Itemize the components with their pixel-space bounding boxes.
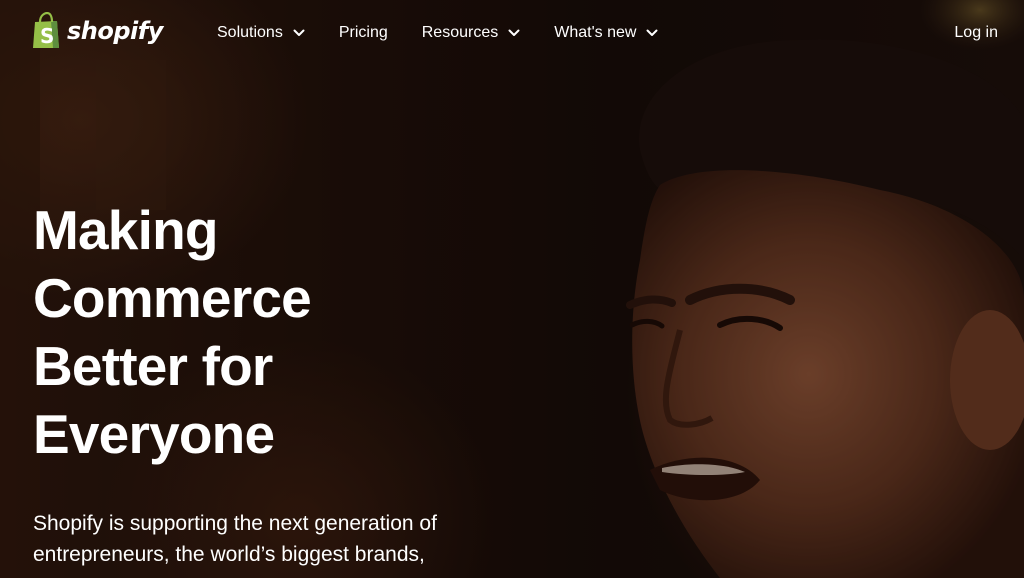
nav-item-label: Pricing: [338, 24, 388, 41]
hero-subtext: Shopify is supporting the next generatio…: [33, 508, 503, 570]
hero-section: S shopify Solutions Pricing Resources Wh…: [0, 0, 1024, 578]
nav-item-resources[interactable]: Resources: [422, 21, 520, 45]
nav-item-solutions[interactable]: Solutions: [217, 21, 305, 45]
nav-item-whats-new[interactable]: What's new: [554, 21, 658, 45]
shopping-bag-icon: S: [33, 12, 59, 48]
headline-line: Commerce: [33, 267, 312, 329]
nav-item-label: Resources: [421, 24, 499, 41]
nav-item-label: Solutions: [217, 24, 283, 41]
subtext-line: entrepreneurs, the world’s biggest brand…: [33, 543, 425, 566]
brand-name: shopify: [67, 17, 163, 45]
chevron-down-icon: [293, 29, 305, 36]
nav-item-label: What's new: [554, 24, 637, 41]
shopify-logo-link[interactable]: S shopify: [31, 12, 163, 50]
headline-line: Better for: [33, 335, 273, 397]
top-navigation-bar: S shopify Solutions Pricing Resources Wh…: [0, 0, 1024, 66]
svg-text:S: S: [40, 24, 54, 48]
headline-line: Making: [33, 199, 218, 261]
hero-headline: Making Commerce Better for Everyone: [33, 196, 453, 468]
chevron-down-icon: [508, 29, 520, 36]
chevron-down-icon: [646, 29, 658, 36]
headline-line: Everyone: [33, 403, 275, 465]
subtext-line: Shopify is supporting the next generatio…: [33, 512, 437, 535]
nav-item-pricing[interactable]: Pricing: [339, 21, 388, 45]
main-navigation: Solutions Pricing Resources What's new: [217, 21, 658, 45]
login-link[interactable]: Log in: [954, 21, 998, 45]
